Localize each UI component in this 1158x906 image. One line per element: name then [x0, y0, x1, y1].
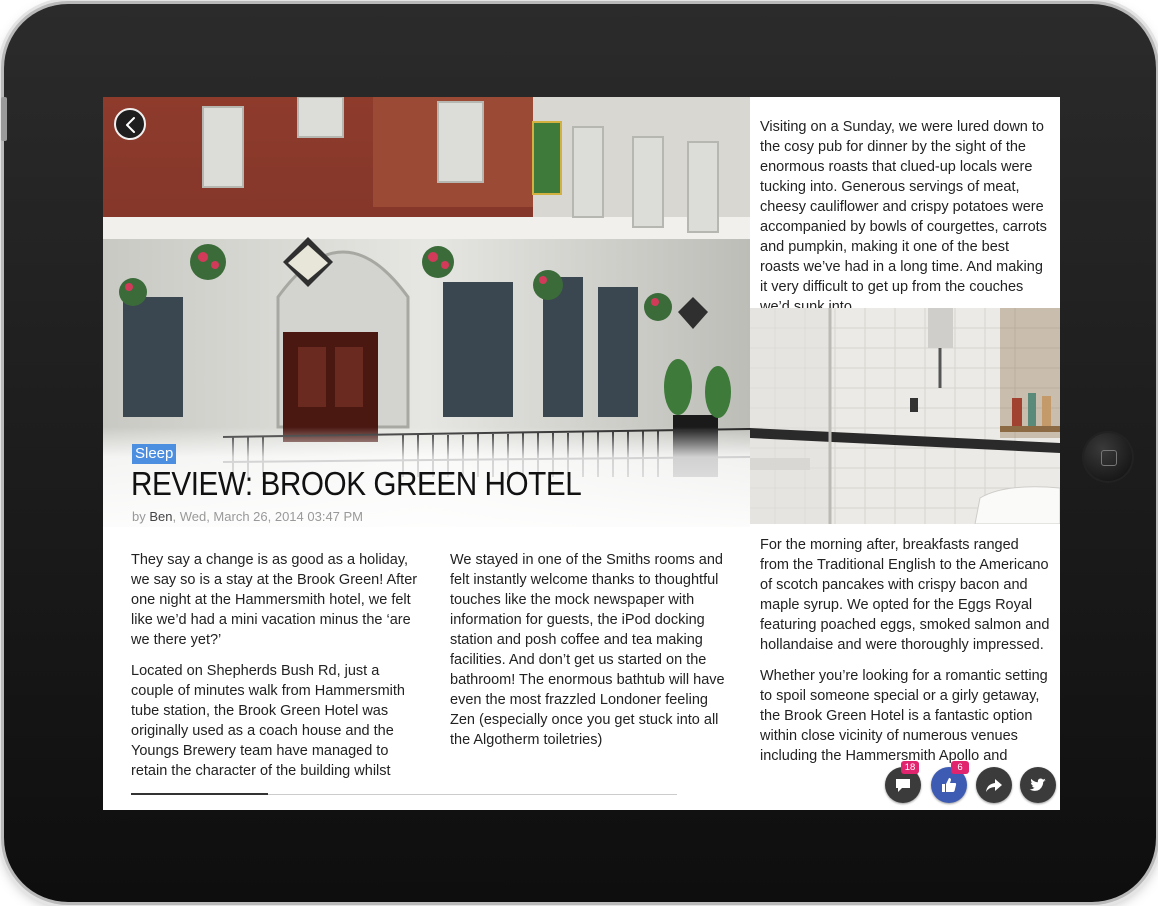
hero-image: Sleep REVIEW: BROOK GREEN HOTEL by Ben, … [103, 97, 750, 527]
publish-date: , Wed, March 26, 2014 03:47 PM [172, 509, 364, 524]
article-byline: by Ben, Wed, March 26, 2014 03:47 PM [132, 509, 363, 524]
comments-button[interactable]: 18 [885, 761, 921, 803]
twitter-bird-icon [1029, 778, 1046, 791]
article-column-3: Visiting on a Sunday, we were lured down… [760, 117, 1050, 328]
back-chevron-icon [126, 117, 135, 133]
article-paragraph: They say a change is as good as a holida… [131, 552, 418, 648]
article-paragraph: Located on Shepherds Bush Rd, just a cou… [131, 663, 405, 778]
back-button[interactable] [114, 108, 146, 140]
bathroom-image [750, 308, 1060, 524]
twitter-button[interactable] [1020, 767, 1056, 803]
home-button[interactable] [1082, 431, 1134, 483]
reading-progress-bar [131, 793, 677, 795]
article-column-1: They say a change is as good as a holida… [131, 550, 419, 778]
byline-prefix: by [132, 509, 150, 524]
volume-button [1, 97, 7, 141]
thumbs-up-icon [942, 778, 957, 792]
article-column-4: For the morning after, breakfasts ranged… [760, 535, 1050, 765]
bathroom-illustration [750, 308, 1060, 524]
article-screen: Sleep REVIEW: BROOK GREEN HOTEL by Ben, … [103, 97, 1060, 810]
share-arrow-icon [986, 779, 1002, 792]
article-paragraph: Whether you’re looking for a romantic se… [760, 668, 1048, 764]
comment-icon [896, 779, 910, 792]
author-name[interactable]: Ben [149, 509, 172, 524]
article-paragraph: Visiting on a Sunday, we were lured down… [760, 119, 1047, 315]
article-column-2: We stayed in one of the Smiths rooms and… [450, 550, 730, 761]
like-button[interactable]: 6 [931, 761, 969, 803]
reading-progress-fill [131, 793, 268, 795]
article-paragraph: For the morning after, breakfasts ranged… [760, 537, 1050, 653]
category-tag[interactable]: Sleep [132, 444, 177, 464]
article-paragraph: We stayed in one of the Smiths rooms and… [450, 552, 725, 748]
likes-count-badge: 6 [951, 761, 969, 774]
comments-count-badge: 18 [901, 761, 919, 774]
share-button[interactable] [976, 767, 1012, 803]
article-title: REVIEW: BROOK GREEN HOTEL [131, 465, 582, 502]
